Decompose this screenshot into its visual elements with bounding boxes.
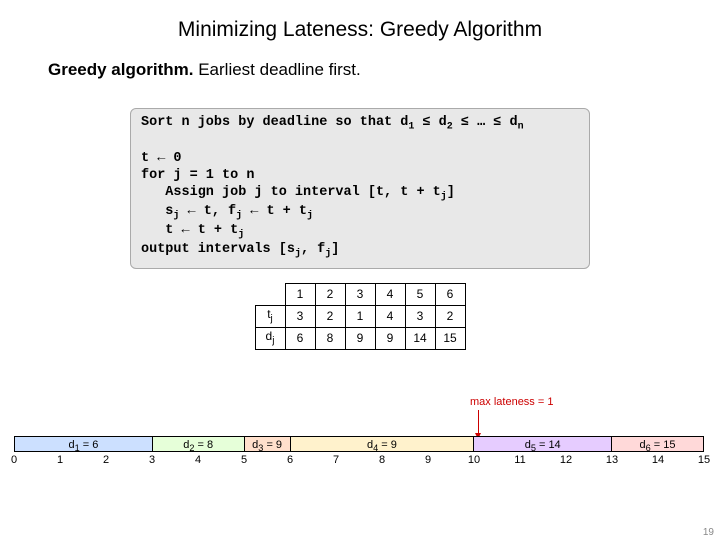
tick-label: 7 xyxy=(333,454,339,466)
td: 3 xyxy=(405,305,435,327)
th: 4 xyxy=(375,283,405,305)
t: ] xyxy=(447,185,455,200)
page-number: 19 xyxy=(703,527,714,538)
tick-label: 10 xyxy=(468,454,480,466)
schedule-ticks: 0123456789101112131415 xyxy=(14,452,704,466)
pseudocode-box: Sort n jobs by deadline so that d1 ≤ d2 … xyxy=(130,108,590,269)
code-line: Assign job j to interval [t, t + t xyxy=(141,185,441,200)
code-line: for j = 1 to n xyxy=(141,168,254,183)
t: ← t + t xyxy=(242,204,307,219)
arrow-icon xyxy=(478,410,479,438)
schedule-bar: d2 = 8 xyxy=(152,436,244,452)
tick-label: 12 xyxy=(560,454,572,466)
sub: n xyxy=(518,122,524,133)
tick-label: 15 xyxy=(698,454,710,466)
t: ] xyxy=(331,242,339,257)
code-line: Sort n jobs by deadline so that d xyxy=(141,115,408,130)
row-label: tj xyxy=(255,305,285,327)
th: 2 xyxy=(315,283,345,305)
th: 6 xyxy=(435,283,465,305)
max-lateness-label: max lateness = 1 xyxy=(470,396,590,408)
schedule-chart: d1 = 6d2 = 8d3 = 9d4 = 9d5 = 14d6 = 15 0… xyxy=(14,436,704,466)
tick-label: 1 xyxy=(57,454,63,466)
code-line: s xyxy=(141,204,173,219)
statement-rest: Earliest deadline first. xyxy=(193,60,360,79)
page-title: Minimizing Lateness: Greedy Algorithm xyxy=(0,0,720,60)
tick-label: 8 xyxy=(379,454,385,466)
td: 15 xyxy=(435,327,465,349)
schedule-bar: d1 = 6 xyxy=(14,436,152,452)
schedule-bars: d1 = 6d2 = 8d3 = 9d4 = 9d5 = 14d6 = 15 xyxy=(14,436,704,452)
code-line: t ← t + t xyxy=(141,223,238,238)
td: 4 xyxy=(375,305,405,327)
code-line: t ← 0 xyxy=(141,151,182,166)
sub: j xyxy=(238,230,244,241)
tick-label: 6 xyxy=(287,454,293,466)
td: 14 xyxy=(405,327,435,349)
sub: j xyxy=(307,211,313,222)
tick-label: 14 xyxy=(652,454,664,466)
tick-label: 9 xyxy=(425,454,431,466)
tick-label: 3 xyxy=(149,454,155,466)
td: 9 xyxy=(345,327,375,349)
tick-label: 0 xyxy=(11,454,17,466)
statement-bold: Greedy algorithm. xyxy=(48,60,193,79)
algorithm-statement: Greedy algorithm. Earliest deadline firs… xyxy=(0,60,720,80)
t: ≤ … ≤ d xyxy=(453,115,518,130)
row-label: dj xyxy=(255,327,285,349)
table-row-head: 1 2 3 4 5 6 xyxy=(255,283,465,305)
th: 3 xyxy=(345,283,375,305)
t: , f xyxy=(301,242,325,257)
schedule-bar: d4 = 9 xyxy=(290,436,474,452)
tick-label: 4 xyxy=(195,454,201,466)
table-row-d: dj 6 8 9 9 14 15 xyxy=(255,327,465,349)
schedule-bar: d3 = 9 xyxy=(244,436,290,452)
th: 1 xyxy=(285,283,315,305)
td: 3 xyxy=(285,305,315,327)
table-row-t: tj 3 2 1 4 3 2 xyxy=(255,305,465,327)
schedule-bar: d5 = 14 xyxy=(473,436,611,452)
tick-label: 2 xyxy=(103,454,109,466)
tick-label: 13 xyxy=(606,454,618,466)
td: 2 xyxy=(315,305,345,327)
t: ← t, f xyxy=(179,204,236,219)
tick-label: 5 xyxy=(241,454,247,466)
td: 6 xyxy=(285,327,315,349)
tick-label: 11 xyxy=(514,454,525,466)
td: 9 xyxy=(375,327,405,349)
td: 8 xyxy=(315,327,345,349)
schedule-bar: d6 = 15 xyxy=(611,436,703,452)
t: ≤ d xyxy=(414,115,446,130)
th: 5 xyxy=(405,283,435,305)
job-table: 1 2 3 4 5 6 tj 3 2 1 4 3 2 dj 6 8 9 9 14… xyxy=(255,283,466,350)
code-line: output intervals [s xyxy=(141,242,295,257)
td: 2 xyxy=(435,305,465,327)
td: 1 xyxy=(345,305,375,327)
